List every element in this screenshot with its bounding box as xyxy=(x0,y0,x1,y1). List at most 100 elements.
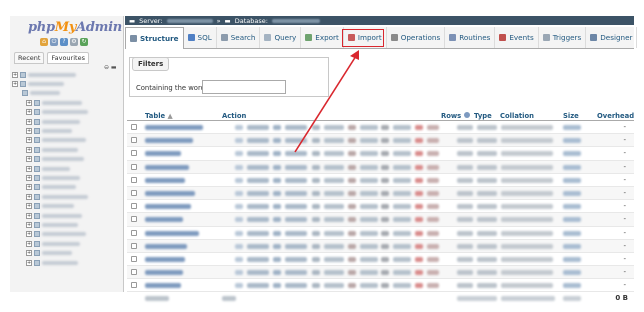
table-name-blurred[interactable] xyxy=(145,190,195,196)
browse-icon[interactable] xyxy=(235,230,243,236)
browse-icon[interactable] xyxy=(235,190,243,196)
empty-icon[interactable] xyxy=(381,204,389,210)
search-link-blurred[interactable] xyxy=(324,230,344,236)
search-link-blurred[interactable] xyxy=(324,256,344,262)
table-name-blurred[interactable] xyxy=(145,177,185,183)
empty-link-blurred[interactable] xyxy=(393,283,411,289)
browse-link-blurred[interactable] xyxy=(247,204,269,210)
drop-link-blurred[interactable] xyxy=(427,177,439,183)
tree-item[interactable]: + xyxy=(12,239,121,248)
size-blurred[interactable] xyxy=(563,151,581,157)
drop-icon[interactable] xyxy=(415,270,423,276)
insert-link-blurred[interactable] xyxy=(360,256,378,262)
insert-link-blurred[interactable] xyxy=(360,125,378,130)
size-blurred[interactable] xyxy=(563,164,581,170)
breadcrumb-database[interactable]: Database: xyxy=(235,17,268,25)
browse-icon[interactable] xyxy=(235,256,243,262)
search-icon[interactable] xyxy=(312,217,320,223)
insert-link-blurred[interactable] xyxy=(360,230,378,236)
structure-icon[interactable] xyxy=(273,138,281,144)
table-row[interactable]: - xyxy=(127,227,634,240)
expand-icon[interactable]: + xyxy=(26,146,32,153)
table-row[interactable]: - xyxy=(127,134,634,148)
tree-item[interactable]: + xyxy=(12,155,121,164)
search-icon[interactable] xyxy=(312,283,320,289)
drop-link-blurred[interactable] xyxy=(427,125,439,130)
insert-link-blurred[interactable] xyxy=(360,151,378,157)
search-link-blurred[interactable] xyxy=(324,243,344,249)
table-name-blurred[interactable] xyxy=(145,138,193,144)
tree-item[interactable]: + xyxy=(12,183,121,192)
empty-link-blurred[interactable] xyxy=(393,270,411,276)
row-checkbox[interactable] xyxy=(131,216,137,223)
row-checkbox[interactable] xyxy=(131,163,137,170)
reload-icon[interactable]: ↻ xyxy=(80,38,88,46)
empty-link-blurred[interactable] xyxy=(393,204,411,210)
search-link-blurred[interactable] xyxy=(324,164,344,170)
header-table[interactable]: Table ▲ xyxy=(145,112,173,120)
tab-operations[interactable]: Operations xyxy=(387,27,446,48)
empty-icon[interactable] xyxy=(381,270,389,276)
table-row[interactable]: - xyxy=(127,253,634,267)
table-name-blurred[interactable] xyxy=(145,270,183,276)
drop-link-blurred[interactable] xyxy=(427,138,439,144)
browse-link-blurred[interactable] xyxy=(247,151,269,157)
browse-link-blurred[interactable] xyxy=(247,125,269,130)
size-blurred[interactable] xyxy=(563,256,581,262)
expand-icon[interactable]: + xyxy=(26,221,32,228)
table-name-blurred[interactable] xyxy=(145,125,203,130)
tree-item[interactable]: + xyxy=(12,108,121,117)
insert-icon[interactable] xyxy=(348,270,356,276)
browse-link-blurred[interactable] xyxy=(247,164,269,170)
expand-icon[interactable]: + xyxy=(26,118,32,125)
row-checkbox[interactable] xyxy=(131,203,137,210)
size-blurred[interactable] xyxy=(563,138,581,144)
drop-icon[interactable] xyxy=(415,164,423,170)
insert-icon[interactable] xyxy=(348,138,356,144)
tree-item[interactable]: + xyxy=(12,117,121,126)
table-name-blurred[interactable] xyxy=(145,151,181,157)
browse-link-blurred[interactable] xyxy=(247,230,269,236)
search-link-blurred[interactable] xyxy=(324,283,344,289)
size-blurred[interactable] xyxy=(563,177,581,183)
table-name-blurred[interactable] xyxy=(145,283,181,289)
insert-icon[interactable] xyxy=(348,256,356,262)
empty-icon[interactable] xyxy=(381,164,389,170)
table-row[interactable]: - xyxy=(127,121,634,135)
browse-icon[interactable] xyxy=(235,243,243,249)
empty-link-blurred[interactable] xyxy=(393,138,411,144)
expand-icon[interactable]: + xyxy=(26,165,32,172)
empty-link-blurred[interactable] xyxy=(393,217,411,223)
drop-icon[interactable] xyxy=(415,177,423,183)
tab-query[interactable]: Query xyxy=(260,27,302,48)
insert-link-blurred[interactable] xyxy=(360,138,378,144)
insert-link-blurred[interactable] xyxy=(360,164,378,170)
insert-icon[interactable] xyxy=(348,151,356,157)
table-name-blurred[interactable] xyxy=(145,217,183,223)
drop-icon[interactable] xyxy=(415,283,423,289)
insert-icon[interactable] xyxy=(348,243,356,249)
search-link-blurred[interactable] xyxy=(324,151,344,157)
row-checkbox[interactable] xyxy=(131,150,137,157)
structure-icon[interactable] xyxy=(273,230,281,236)
empty-icon[interactable] xyxy=(381,151,389,157)
empty-icon[interactable] xyxy=(381,230,389,236)
empty-icon[interactable] xyxy=(381,177,389,183)
expand-icon[interactable]: + xyxy=(26,174,32,181)
drop-icon[interactable] xyxy=(415,243,423,249)
tree-item[interactable]: + xyxy=(12,258,121,267)
row-checkbox[interactable] xyxy=(131,242,137,249)
drop-link-blurred[interactable] xyxy=(427,230,439,236)
settings-icon[interactable]: ⚙ xyxy=(70,38,78,46)
drop-link-blurred[interactable] xyxy=(427,256,439,262)
tree-item[interactable]: + xyxy=(12,220,121,229)
empty-link-blurred[interactable] xyxy=(393,177,411,183)
browse-link-blurred[interactable] xyxy=(247,270,269,276)
structure-link-blurred[interactable] xyxy=(285,204,307,210)
empty-link-blurred[interactable] xyxy=(393,230,411,236)
insert-icon[interactable] xyxy=(348,217,356,223)
table-row[interactable]: - xyxy=(127,147,634,161)
drop-link-blurred[interactable] xyxy=(427,270,439,276)
structure-link-blurred[interactable] xyxy=(285,138,307,144)
search-icon[interactable] xyxy=(312,270,320,276)
